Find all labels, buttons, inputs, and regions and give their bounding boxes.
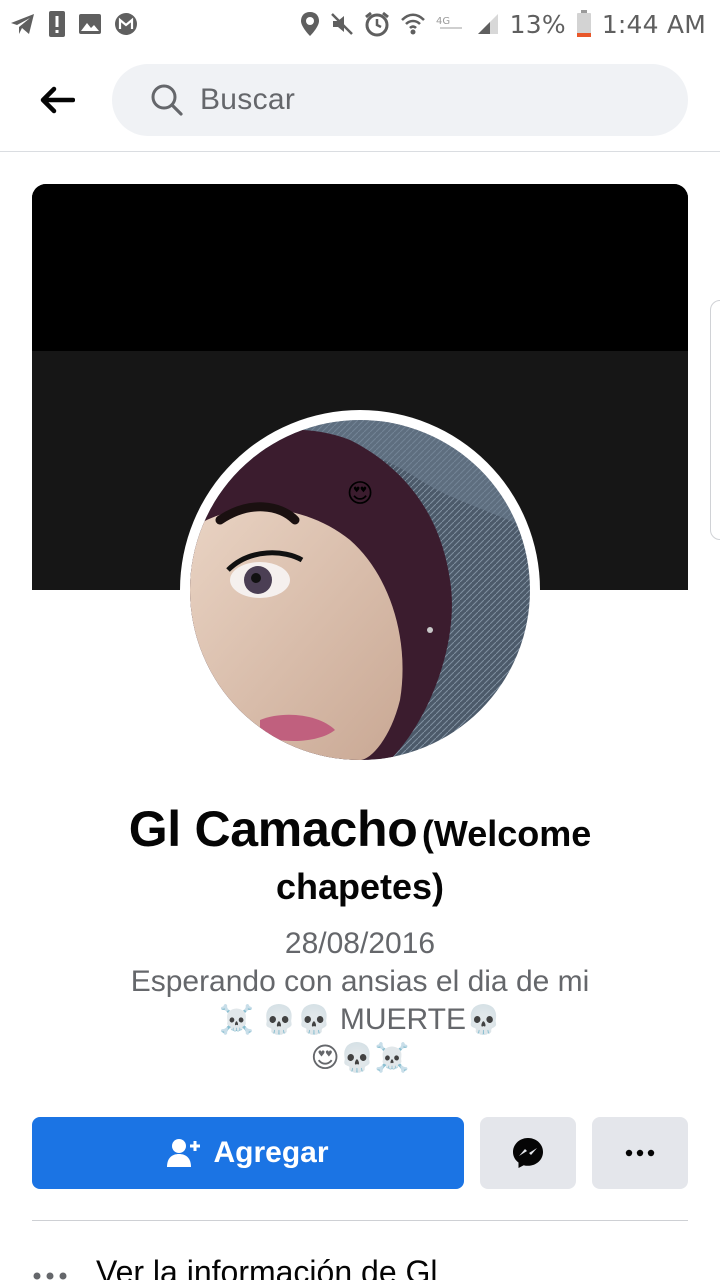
- see-info-label: Ver la información de Gl: [96, 1254, 438, 1280]
- add-friend-icon: [167, 1139, 201, 1167]
- more-dots-icon: [625, 1149, 655, 1157]
- back-button[interactable]: [30, 78, 84, 122]
- profile-picture-image: 😍: [190, 420, 530, 760]
- cover-photo-top: [32, 184, 688, 351]
- bio-word: MUERTE: [339, 1003, 466, 1036]
- alert-icon: [48, 10, 66, 38]
- messenger-button[interactable]: [480, 1117, 576, 1189]
- bio-skull-emoji: 💀: [465, 1004, 501, 1035]
- bio-line-1: Esperando con ansias el dia de mi: [130, 965, 590, 998]
- alternate-name-part2: chapetes): [275, 866, 445, 907]
- bio-line-3: 😍💀☠️: [310, 1042, 410, 1073]
- search-input[interactable]: Buscar: [112, 64, 688, 136]
- gallery-icon: [78, 12, 102, 36]
- more-options-button[interactable]: [592, 1117, 688, 1189]
- search-placeholder: Buscar: [200, 83, 296, 116]
- network-type-icon: 4G: [436, 12, 466, 36]
- search-header: Buscar: [0, 48, 720, 152]
- heart-eyes-emoji: 😍: [346, 478, 373, 508]
- signal-icon: [476, 12, 500, 36]
- back-arrow-icon: [40, 86, 75, 114]
- messenger-icon: [513, 1138, 543, 1168]
- search-icon: [151, 84, 183, 116]
- battery-percent: 13%: [509, 9, 566, 39]
- profile-bio: 28/08/2016 Esperando con ansias el dia d…: [60, 925, 660, 1077]
- alternate-name-part1: (Welcome: [421, 813, 592, 854]
- more-dots-icon: [33, 1272, 67, 1280]
- gmail-icon: [114, 12, 138, 36]
- svg-text:4G: 4G: [436, 16, 450, 27]
- status-bar: 4G 13% 1:44 AM: [0, 0, 720, 48]
- add-friend-label: Agregar: [213, 1136, 329, 1169]
- telegram-icon: [10, 12, 36, 36]
- section-divider: [32, 1220, 688, 1221]
- alarm-icon: [364, 11, 390, 37]
- profile-name-block: Gl Camacho (Welcome chapetes): [60, 800, 660, 908]
- clock: 1:44 AM: [601, 9, 706, 39]
- bio-skull-emojis: ☠️ 💀💀: [219, 1004, 332, 1035]
- wifi-icon: [400, 11, 426, 37]
- battery-icon: [576, 10, 592, 38]
- mute-icon: [330, 12, 354, 36]
- status-left: [10, 10, 138, 38]
- location-icon: [300, 11, 320, 37]
- bio-line-2: ☠️ 💀💀 MUERTE💀: [60, 1001, 660, 1039]
- see-info-row[interactable]: Ver la información de Gl: [32, 1252, 688, 1280]
- status-right: 4G 13% 1:44 AM: [300, 10, 706, 39]
- scroll-edge: [710, 300, 720, 540]
- profile-picture[interactable]: 😍: [180, 410, 540, 770]
- add-friend-button[interactable]: Agregar: [32, 1117, 464, 1189]
- profile-name: Gl Camacho: [128, 801, 418, 857]
- bio-date: 28/08/2016: [284, 927, 436, 960]
